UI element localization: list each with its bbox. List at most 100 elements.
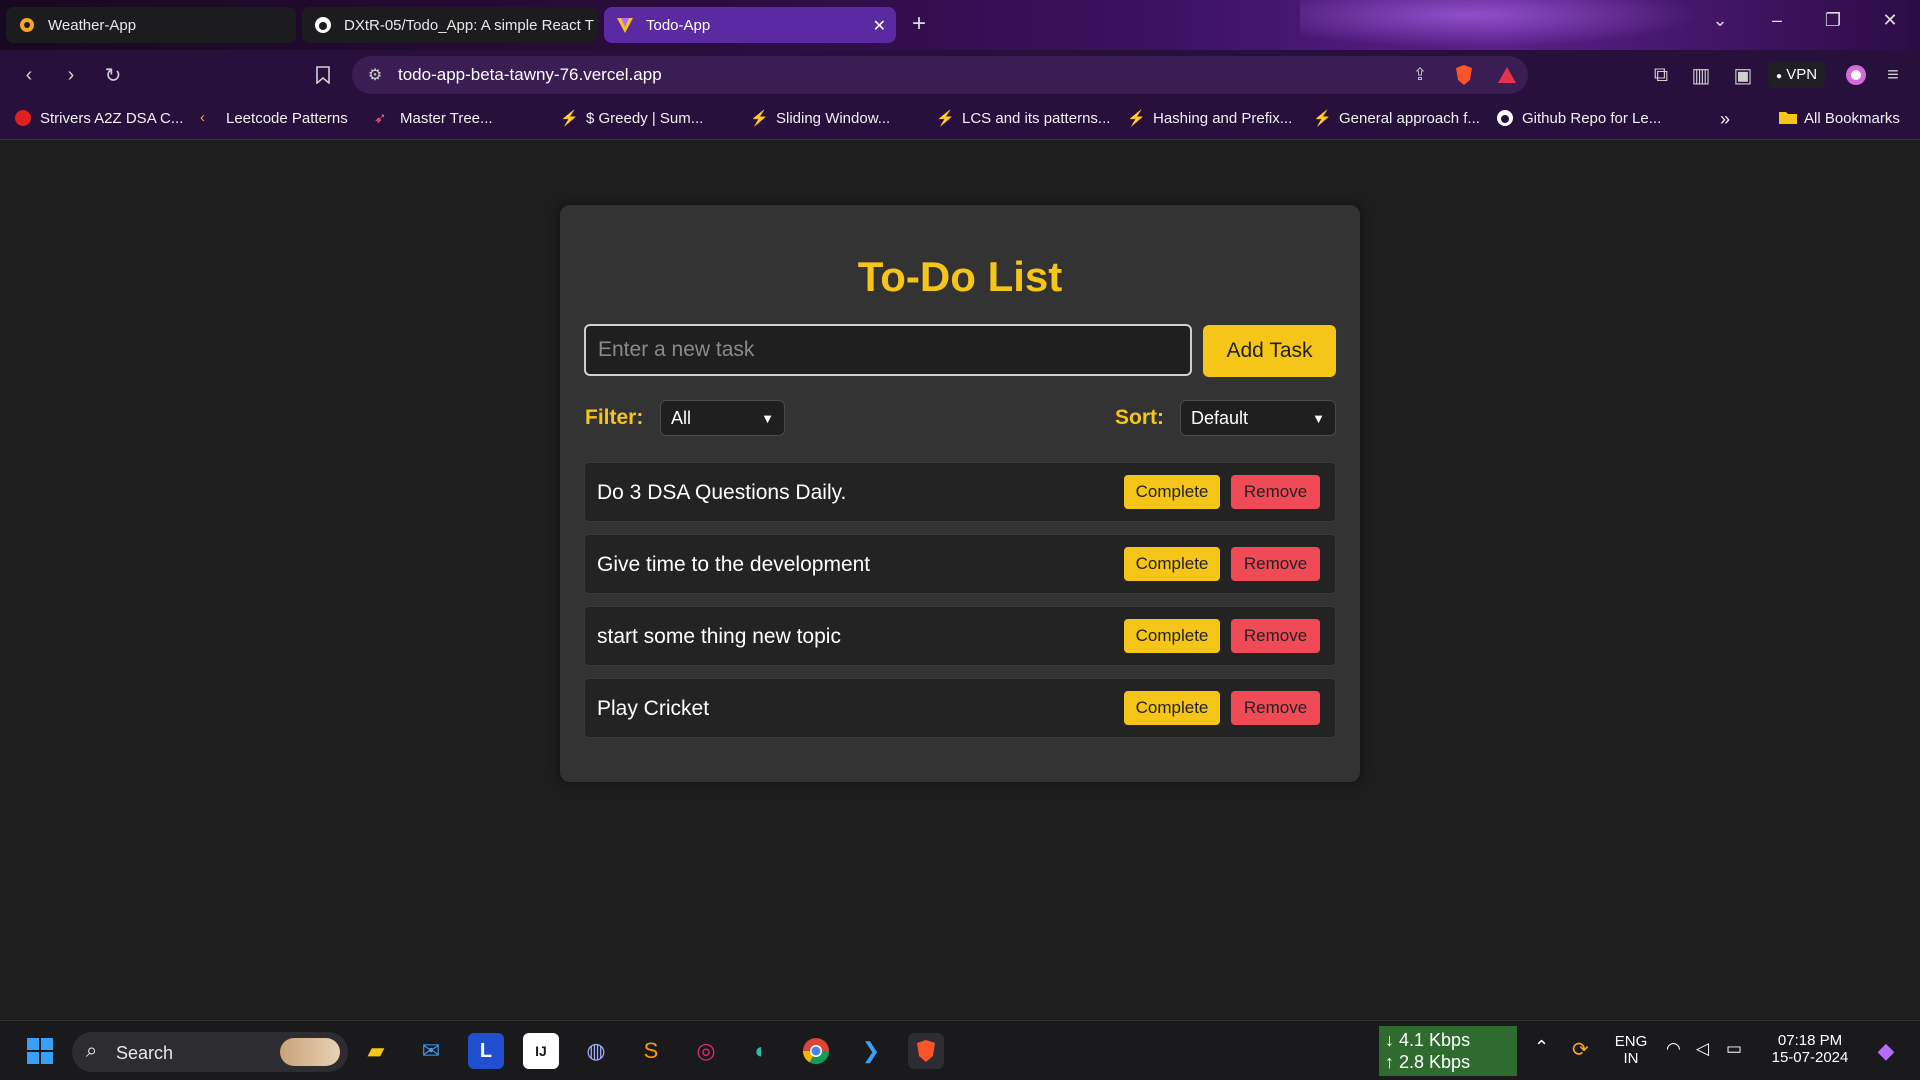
new-task-input[interactable]: [584, 324, 1192, 376]
task-text: Play Cricket: [597, 697, 710, 720]
task-item: Play Cricket Complete Remove: [584, 678, 1336, 738]
brave-icon[interactable]: [908, 1033, 944, 1069]
sort-label: Sort:: [1115, 406, 1164, 429]
extensions-icon[interactable]: ⧉: [1648, 62, 1674, 88]
instagram-icon[interactable]: ◎: [688, 1033, 724, 1069]
bookmark-label: $ Greedy | Sum...: [586, 109, 704, 127]
address-bar[interactable]: ⚙ todo-app-beta-tawny-76.vercel.app ⇪: [352, 56, 1528, 94]
brave-rewards-icon[interactable]: [1494, 62, 1520, 88]
sublime-icon[interactable]: S: [633, 1033, 669, 1069]
restore-icon[interactable]: ❐: [1818, 10, 1848, 31]
chrome-icon[interactable]: [798, 1033, 834, 1069]
windows-start-icon[interactable]: [22, 1033, 58, 1069]
tab-search-chevron-icon[interactable]: ⌄: [1705, 10, 1735, 31]
share-icon[interactable]: ⇪: [1407, 62, 1433, 88]
sync-icon[interactable]: ⟳: [1572, 1037, 1589, 1062]
vscode-icon[interactable]: ❯: [853, 1033, 889, 1069]
bookmarks-bar: Strivers A2Z DSA C... ‹ Leetcode Pattern…: [0, 100, 1920, 140]
bookmark-hashing[interactable]: ⚡ Hashing and Prefix...: [1127, 109, 1293, 128]
bookmark-icon[interactable]: [310, 62, 336, 88]
net-up: 2.8 Kbps: [1399, 1052, 1471, 1072]
bookmark-label: Leetcode Patterns: [226, 109, 348, 127]
all-bookmarks[interactable]: All Bookmarks: [1778, 109, 1900, 127]
wifi-icon[interactable]: ◠: [1666, 1039, 1681, 1059]
tray-chevron-up-icon[interactable]: ⌃: [1534, 1037, 1549, 1058]
bookmark-lcs[interactable]: ⚡ LCS and its patterns...: [936, 109, 1110, 128]
back-icon[interactable]: ‹: [16, 62, 42, 88]
clock[interactable]: 07:18 PM 15-07-2024: [1762, 1032, 1858, 1066]
mail-icon[interactable]: ✉: [413, 1033, 449, 1069]
network-speed-widget: ↓ 4.1 Kbps ↑ 2.8 Kbps: [1379, 1026, 1517, 1076]
link-icon: ⚡: [936, 110, 955, 127]
remove-button[interactable]: Remove: [1231, 547, 1320, 581]
github-icon: [314, 16, 332, 34]
profile-avatar[interactable]: [1843, 62, 1869, 88]
vpn-button[interactable]: ● VPN: [1768, 62, 1826, 88]
complete-button[interactable]: Complete: [1124, 619, 1220, 653]
forward-icon[interactable]: ›: [58, 62, 84, 88]
lang-primary: ENG: [1614, 1033, 1648, 1050]
taskbar-search[interactable]: ⌕ Search: [72, 1032, 348, 1072]
remove-button[interactable]: Remove: [1231, 619, 1320, 653]
tuf-icon: [14, 109, 32, 127]
intellij-icon[interactable]: IJ: [523, 1033, 559, 1069]
close-tab-icon[interactable]: ✕: [873, 16, 886, 36]
reload-icon[interactable]: ↻: [100, 62, 126, 88]
bookmark-master-tree[interactable]: ➶ Master Tree...: [374, 109, 493, 128]
close-window-icon[interactable]: ✕: [1875, 10, 1905, 31]
sort-select[interactable]: Default ▼: [1180, 400, 1336, 436]
bookmark-strivers[interactable]: Strivers A2Z DSA C...: [14, 109, 183, 127]
file-explorer-icon[interactable]: ▰: [358, 1033, 394, 1069]
rocket-icon: ➶: [374, 110, 387, 127]
site-info-icon[interactable]: ⚙: [362, 62, 388, 88]
complete-button[interactable]: Complete: [1124, 475, 1220, 509]
bookmark-sliding-window[interactable]: ⚡ Sliding Window...: [750, 109, 890, 128]
add-task-button[interactable]: Add Task: [1203, 325, 1336, 377]
eclipse-icon[interactable]: ◍: [578, 1033, 614, 1069]
tab-label: DXtR-05/Todo_App: A simple React T: [344, 16, 594, 34]
tab-todo-app[interactable]: Todo-App ✕: [604, 7, 896, 43]
remove-button[interactable]: Remove: [1231, 475, 1320, 509]
net-down: 4.1 Kbps: [1399, 1030, 1471, 1050]
bookmark-leetcode-patterns[interactable]: ‹ Leetcode Patterns: [200, 109, 348, 127]
todo-card: To-Do List Add Task Filter: All ▼ Sort: …: [560, 205, 1360, 782]
vpn-status-icon: ●: [1776, 71, 1783, 82]
language-indicator[interactable]: ENG IN: [1614, 1033, 1648, 1067]
menu-icon[interactable]: ≡: [1880, 62, 1906, 88]
windows-taskbar: ⌕ Search ▰ ✉ L IJ ◍ S ◎ ◐ ❯ ↓ 4.1 Kbps ↑…: [0, 1020, 1920, 1080]
date-text: 15-07-2024: [1771, 1049, 1849, 1066]
bookmark-general-approach[interactable]: ⚡ General approach f...: [1313, 109, 1480, 128]
tab-github-repo[interactable]: DXtR-05/Todo_App: A simple React T: [302, 7, 598, 43]
brave-shields-icon[interactable]: [1451, 62, 1477, 88]
task-text: start some thing new topic: [597, 625, 841, 648]
mute-icon[interactable]: ◁: [1696, 1039, 1709, 1059]
weather-favicon-icon: [18, 16, 36, 34]
task-item: Give time to the development Complete Re…: [584, 534, 1336, 594]
sidebar-icon[interactable]: ▥: [1688, 62, 1714, 88]
tab-weather-app[interactable]: Weather-App: [6, 7, 296, 43]
task-item: start some thing new topic Complete Remo…: [584, 606, 1336, 666]
remove-button[interactable]: Remove: [1231, 691, 1320, 725]
tab-label: Weather-App: [48, 16, 137, 34]
bookmark-label: Hashing and Prefix...: [1153, 109, 1293, 127]
bookmark-github-repo[interactable]: Github Repo for Le...: [1496, 109, 1661, 127]
bookmark-label: Master Tree...: [400, 109, 493, 127]
complete-button[interactable]: Complete: [1124, 691, 1220, 725]
bookmark-greedy[interactable]: ⚡ $ Greedy | Sum...: [560, 109, 704, 128]
search-icon: ⌕: [86, 1040, 98, 1062]
wallet-icon[interactable]: ▣: [1730, 62, 1756, 88]
more-bookmarks-icon[interactable]: »: [1720, 109, 1730, 130]
sort-value: Default: [1191, 407, 1249, 428]
copilot-icon[interactable]: ◆: [1868, 1033, 1904, 1069]
browser-navbar: ‹ › ↻ ⚙ todo-app-beta-tawny-76.vercel.ap…: [0, 50, 1920, 100]
browser-titlebar: Weather-App DXtR-05/Todo_App: A simple R…: [0, 0, 1920, 50]
battery-icon[interactable]: ▭: [1726, 1039, 1742, 1059]
folder-icon: [1778, 109, 1797, 127]
minimize-icon[interactable]: –: [1762, 10, 1792, 31]
filter-select[interactable]: All ▼: [660, 400, 785, 436]
new-tab-icon[interactable]: +: [912, 10, 926, 38]
complete-button[interactable]: Complete: [1124, 547, 1220, 581]
edge-icon[interactable]: ◐: [743, 1033, 779, 1069]
link-icon: ⚡: [1313, 110, 1332, 127]
l-app-icon[interactable]: L: [468, 1033, 504, 1069]
